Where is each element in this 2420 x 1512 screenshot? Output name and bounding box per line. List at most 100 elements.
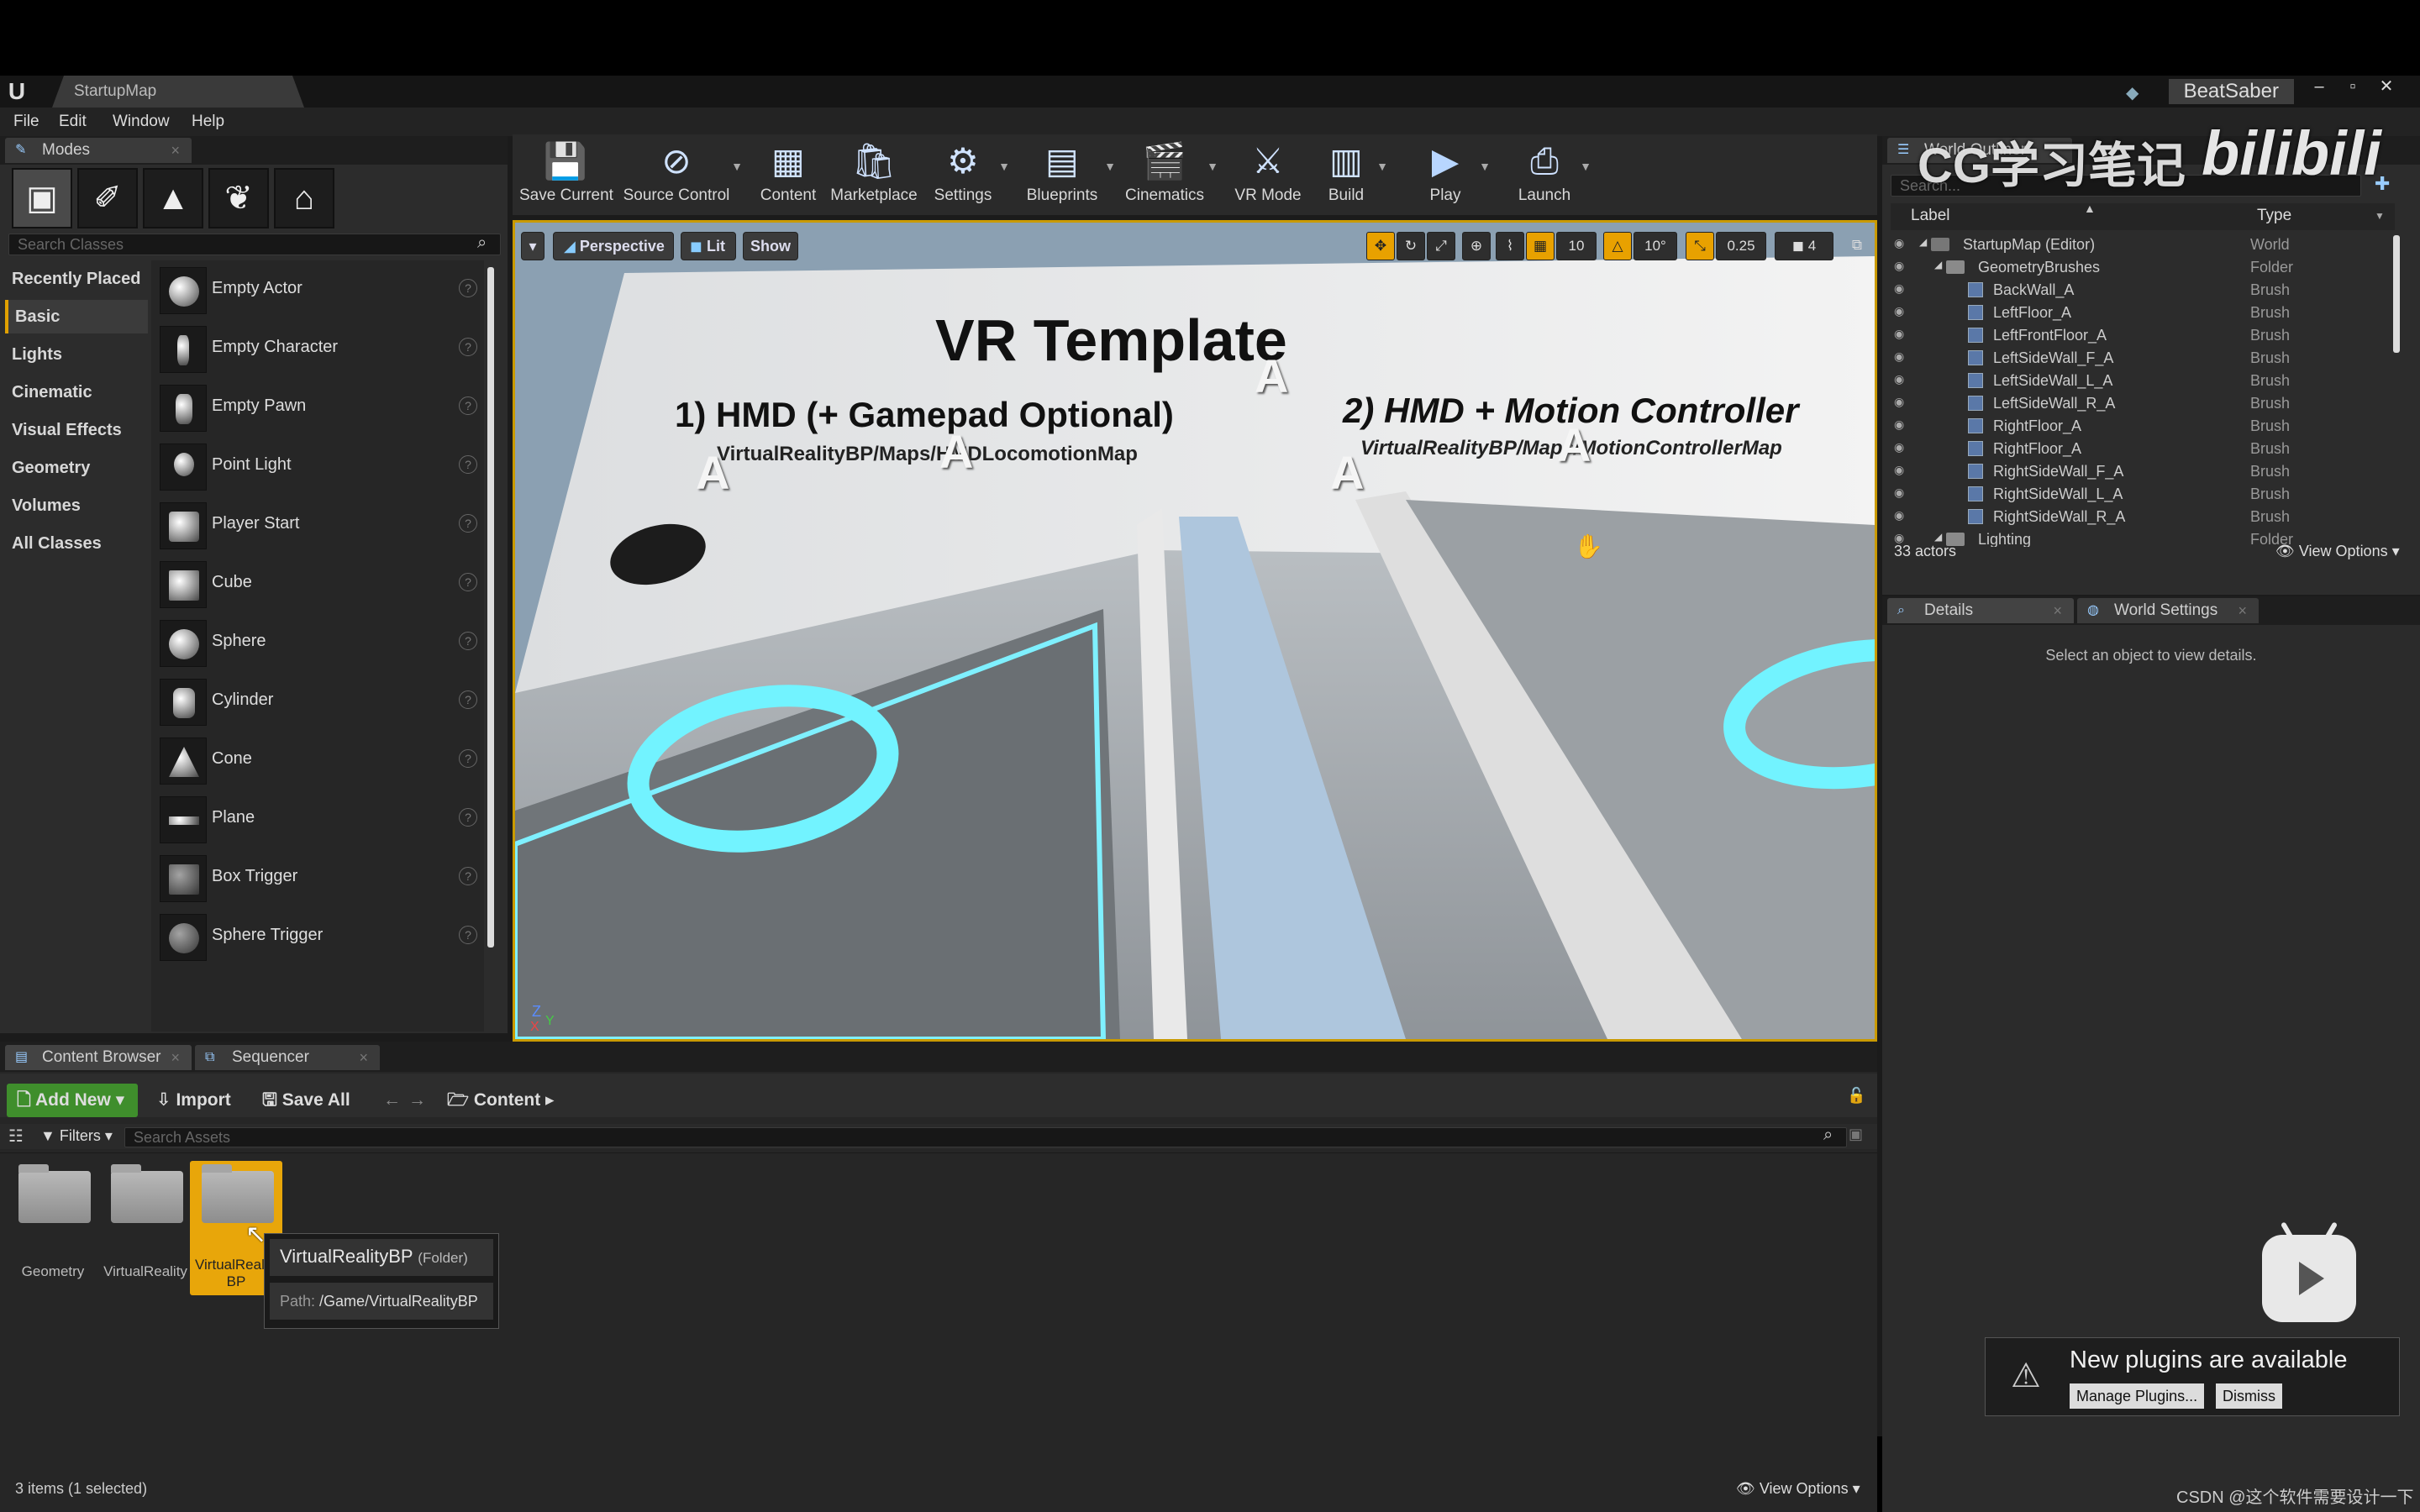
category-geometry[interactable]: Geometry <box>5 451 148 485</box>
chevron-down-icon[interactable]: ▼ <box>1580 160 1591 173</box>
save-current-button[interactable]: 💾 Save Current <box>519 134 613 210</box>
outliner-row[interactable]: ◉ RightSideWall_R_A Brush <box>1894 506 2415 528</box>
foliage-mode-icon[interactable]: ❦ <box>208 168 269 228</box>
level-viewport[interactable]: ✋ Z Y X VR Template 1) HMD (+ Gamepad Op… <box>513 220 1877 1042</box>
eye-icon[interactable]: ◉ <box>1894 508 1912 522</box>
tab-world-settings[interactable]: ◍ World Settings × <box>2077 598 2259 623</box>
class-item-cube[interactable]: Cube? <box>156 556 484 612</box>
category-lights[interactable]: Lights <box>5 338 148 371</box>
outliner-row[interactable]: ◉ LeftFrontFloor_A Brush <box>1894 324 2415 347</box>
outliner-row[interactable]: ◉ ◢ StartupMap (Editor) World <box>1894 234 2415 256</box>
back-arrow-icon[interactable]: ← <box>383 1084 408 1117</box>
class-item-empty-pawn[interactable]: Empty Pawn? <box>156 380 484 435</box>
content-view-options[interactable]: 👁 View Options ▾ <box>1736 1480 1860 1498</box>
sources-toggle-icon[interactable]: ☷ <box>8 1126 24 1147</box>
folder-virtualreality[interactable]: VirtualReality <box>99 1161 192 1295</box>
eye-icon[interactable]: ◉ <box>1894 236 1912 250</box>
eye-icon[interactable]: ◉ <box>1894 259 1912 273</box>
landscape-mode-icon[interactable]: ▲ <box>143 168 203 228</box>
menu-window[interactable]: Window <box>113 113 170 131</box>
source-control-button[interactable]: ⊘ Source Control ▼ <box>622 134 743 210</box>
class-item-sphere-trigger[interactable]: Sphere Trigger? <box>156 909 484 964</box>
class-item-cone[interactable]: Cone? <box>156 732 484 788</box>
help-icon[interactable]: ? <box>459 455 477 474</box>
eye-icon[interactable]: ◉ <box>1894 417 1912 432</box>
category-basic[interactable]: Basic <box>5 300 148 333</box>
eye-icon[interactable]: ◉ <box>1894 395 1912 409</box>
help-icon[interactable]: ? <box>459 338 477 356</box>
vr-mode-button[interactable]: ⚔ VR Mode <box>1228 134 1307 210</box>
save-all-button[interactable]: 🖫 Save All <box>262 1084 363 1117</box>
maximize-icon[interactable]: ▫ <box>2336 77 2370 96</box>
blueprints-button[interactable]: ▤ Blueprints ▼ <box>1020 134 1116 210</box>
scale-snap-icon[interactable]: ⤡ <box>1686 232 1714 260</box>
class-item-empty-actor[interactable]: Empty Actor? <box>156 262 484 318</box>
help-icon[interactable]: ? <box>459 279 477 297</box>
import-button[interactable]: ⇩ Import <box>156 1084 249 1117</box>
help-icon[interactable]: ? <box>459 926 477 944</box>
menu-file[interactable]: File <box>13 113 39 131</box>
lock-icon[interactable]: 🔓 <box>1847 1087 1865 1105</box>
tab-modes[interactable]: ✎ Modes × <box>5 138 192 163</box>
filters-button[interactable]: ▼ Filters ▾ <box>40 1127 113 1145</box>
lit-button[interactable]: ◼ Lit <box>681 232 736 260</box>
content-button[interactable]: ▦ Content <box>753 134 823 210</box>
rotate-tool-icon[interactable]: ↻ <box>1397 232 1425 260</box>
class-item-plane[interactable]: Plane? <box>156 791 484 847</box>
place-mode-icon[interactable]: ▣ <box>12 168 72 228</box>
launch-button[interactable]: ⎙ Launch ▼ <box>1509 134 1591 210</box>
help-icon[interactable]: ? <box>459 749 477 768</box>
eye-icon[interactable]: ◉ <box>1894 531 1912 545</box>
forward-arrow-icon[interactable]: → <box>408 1084 434 1117</box>
tab-details[interactable]: ⌕ Details × <box>1887 598 2074 623</box>
rotation-snap-value[interactable]: 10° <box>1634 232 1677 260</box>
category-all-classes[interactable]: All Classes <box>5 527 148 560</box>
settings-button[interactable]: ⚙ Settings ▼ <box>928 134 1010 210</box>
outliner-row[interactable]: ◉ RightSideWall_F_A Brush <box>1894 460 2415 483</box>
chevron-down-icon[interactable]: ▼ <box>1207 160 1218 173</box>
save-search-icon[interactable]: ▣ <box>1849 1126 1863 1143</box>
outliner-row[interactable]: ◉ RightSideWall_L_A Brush <box>1894 483 2415 506</box>
rotation-snap-icon[interactable]: △ <box>1603 232 1632 260</box>
add-new-button[interactable]: 🗋 Add New ▾ <box>7 1084 138 1117</box>
folder-geometry[interactable]: Geometry <box>7 1161 99 1295</box>
chevron-down-icon[interactable]: ▼ <box>1104 160 1116 173</box>
chevron-down-icon[interactable]: ▼ <box>998 160 1010 173</box>
search-classes-input[interactable]: Search Classes <box>8 234 501 255</box>
menu-help[interactable]: Help <box>192 113 224 131</box>
outliner-row[interactable]: ◉ RightFloor_A Brush <box>1894 415 2415 438</box>
paint-mode-icon[interactable]: ✐ <box>77 168 138 228</box>
class-item-empty-character[interactable]: Empty Character? <box>156 321 484 376</box>
outliner-row[interactable]: ◉ ◢ Lighting Folder <box>1894 528 2415 547</box>
help-icon[interactable]: ? <box>459 690 477 709</box>
maximize-viewport-icon[interactable]: ⧉ <box>1845 232 1869 260</box>
translate-tool-icon[interactable]: ✥ <box>1366 232 1395 260</box>
eye-icon[interactable]: ◉ <box>1894 440 1912 454</box>
modes-scrollbar[interactable] <box>487 267 494 948</box>
eye-icon[interactable]: ◉ <box>1894 463 1912 477</box>
close-icon[interactable]: ✕ <box>2370 77 2403 96</box>
grid-snap-icon[interactable]: ▦ <box>1526 232 1555 260</box>
world-local-icon[interactable]: ⊕ <box>1462 232 1491 260</box>
play-button[interactable]: ▶ Play ▼ <box>1412 134 1491 210</box>
outliner-row[interactable]: ◉ LeftFloor_A Brush <box>1894 302 2415 324</box>
tab-sequencer[interactable]: ⧉ Sequencer × <box>195 1045 380 1070</box>
scale-tool-icon[interactable]: ⤢ <box>1427 232 1455 260</box>
path-breadcrumb[interactable]: 🗁 Content ▸ <box>447 1084 581 1117</box>
outliner-row[interactable]: ◉ RightFloor_A Brush <box>1894 438 2415 460</box>
manage-plugins-button[interactable]: Manage Plugins... <box>2070 1383 2205 1409</box>
eye-icon[interactable]: ◉ <box>1894 349 1912 364</box>
camera-speed-button[interactable]: ◼ 4 <box>1775 232 1833 260</box>
outliner-row[interactable]: ◉ BackWall_A Brush <box>1894 279 2415 302</box>
category-cinematic[interactable]: Cinematic <box>5 375 148 409</box>
help-icon[interactable]: ? <box>459 867 477 885</box>
col-label[interactable]: Label <box>1911 207 1950 225</box>
category-recently-placed[interactable]: Recently Placed <box>5 262 148 296</box>
grid-snap-value[interactable]: 10 <box>1556 232 1597 260</box>
close-tab-icon[interactable]: × <box>171 1045 180 1070</box>
class-item-sphere[interactable]: Sphere? <box>156 615 484 670</box>
show-button[interactable]: Show <box>743 232 798 260</box>
perspective-button[interactable]: ◢ Perspective <box>553 232 674 260</box>
eye-icon[interactable]: ◉ <box>1894 486 1912 500</box>
outliner-row[interactable]: ◉ LeftSideWall_L_A Brush <box>1894 370 2415 392</box>
